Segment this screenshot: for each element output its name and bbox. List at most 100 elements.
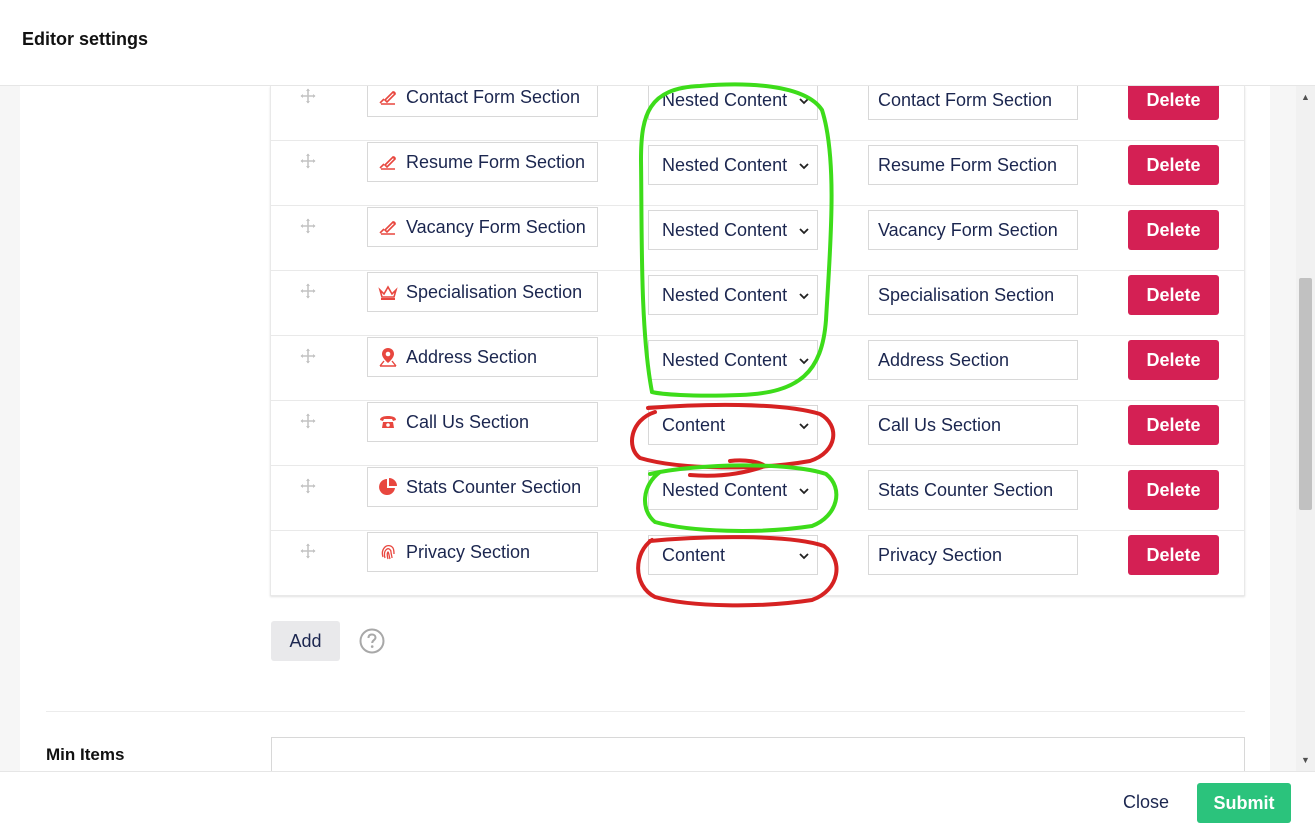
telephone-icon	[378, 412, 398, 432]
element-alias-field[interactable]: Call Us Section	[868, 405, 1078, 445]
list-item: Contact Form Section Nested Content Cont…	[271, 86, 1244, 141]
fingerprint-icon	[378, 542, 398, 562]
element-alias-text: Stats Counter Section	[878, 479, 1054, 500]
element-type-value: Nested Content	[662, 219, 788, 240]
element-type-select[interactable]: Content	[648, 405, 818, 445]
drag-handle-icon[interactable]	[300, 478, 316, 494]
element-alias-field[interactable]: Resume Form Section	[868, 145, 1078, 185]
element-name-field[interactable]: Contact Form Section	[367, 86, 598, 117]
element-type-select[interactable]: Content	[648, 535, 818, 575]
list-item: Privacy Section Content Privacy Section …	[271, 531, 1244, 596]
edit-signature-icon	[378, 217, 398, 237]
element-name-field[interactable]: Address Section	[367, 337, 598, 377]
list-item: Resume Form Section Nested Content Resum…	[271, 141, 1244, 206]
settings-panel: Contact Form Section Nested Content Cont…	[0, 86, 1296, 771]
drag-handle-icon[interactable]	[300, 88, 316, 104]
dialog-title: Editor settings	[22, 29, 149, 49]
help-icon[interactable]	[359, 628, 385, 654]
element-name-text: Address Section	[406, 346, 538, 367]
element-name-text: Contact Form Section	[406, 86, 581, 107]
delete-button[interactable]: Delete	[1128, 535, 1219, 575]
crown-icon	[378, 282, 398, 302]
element-alias-text: Resume Form Section	[878, 154, 1058, 175]
element-alias-field[interactable]: Stats Counter Section	[868, 470, 1078, 510]
element-type-value: Nested Content	[662, 154, 788, 175]
list-item: Stats Counter Section Nested Content Sta…	[271, 466, 1244, 531]
element-name-text: Privacy Section	[406, 541, 531, 562]
delete-button[interactable]: Delete	[1128, 405, 1219, 445]
element-alias-field[interactable]: Vacancy Form Section	[868, 210, 1078, 250]
element-alias-text: Call Us Section	[878, 414, 1002, 435]
min-items-label: Min Items	[46, 745, 125, 764]
element-alias-field[interactable]: Specialisation Section	[868, 275, 1078, 315]
edit-signature-icon	[378, 87, 398, 107]
delete-button[interactable]: Delete	[1128, 340, 1219, 380]
delete-button[interactable]: Delete	[1128, 275, 1219, 315]
drag-handle-icon[interactable]	[300, 153, 316, 169]
element-name-field[interactable]: Specialisation Section	[367, 272, 598, 312]
vertical-scrollbar[interactable]: ▲ ▼	[1296, 86, 1315, 771]
element-type-value: Content	[662, 544, 726, 565]
element-type-select[interactable]: Nested Content	[648, 145, 818, 185]
element-type-select[interactable]: Nested Content	[648, 86, 818, 120]
delete-button[interactable]: Delete	[1128, 210, 1219, 250]
list-item: Vacancy Form Section Nested Content Vaca…	[271, 206, 1244, 271]
delete-button[interactable]: Delete	[1128, 86, 1219, 120]
chevron-down-icon	[799, 358, 809, 365]
dialog-header: Editor settings	[0, 0, 1315, 86]
list-item: Call Us Section Content Call Us Section …	[271, 401, 1244, 466]
list-item: Address Section Nested Content Address S…	[271, 336, 1244, 401]
chevron-down-icon	[799, 163, 809, 170]
element-alias-field[interactable]: Contact Form Section	[868, 86, 1078, 120]
section-divider	[46, 711, 1245, 712]
map-pin-icon	[378, 347, 398, 367]
chevron-down-icon	[799, 98, 809, 105]
drag-handle-icon[interactable]	[300, 543, 316, 559]
element-name-field[interactable]: Vacancy Form Section	[367, 207, 598, 247]
element-type-value: Nested Content	[662, 284, 788, 305]
element-type-select[interactable]: Nested Content	[648, 275, 818, 315]
chevron-down-icon	[799, 553, 809, 560]
delete-button[interactable]: Delete	[1128, 470, 1219, 510]
add-button[interactable]: Add	[271, 621, 340, 661]
chevron-down-icon	[799, 293, 809, 300]
scrollbar-thumb[interactable]	[1299, 278, 1312, 510]
element-type-select[interactable]: Nested Content	[648, 210, 818, 250]
close-button[interactable]: Close	[1123, 792, 1169, 813]
list-item: Specialisation Section Nested Content Sp…	[271, 271, 1244, 336]
element-types-list: Contact Form Section Nested Content Cont…	[270, 86, 1245, 596]
dialog-footer: Close Submit	[0, 771, 1315, 826]
element-type-value: Nested Content	[662, 89, 788, 110]
element-type-value: Content	[662, 414, 726, 435]
drag-handle-icon[interactable]	[300, 348, 316, 364]
element-name-text: Specialisation Section	[406, 281, 583, 302]
element-alias-text: Privacy Section	[878, 544, 1003, 565]
element-alias-text: Vacancy Form Section	[878, 219, 1058, 240]
element-name-field[interactable]: Privacy Section	[367, 532, 598, 572]
element-name-field[interactable]: Stats Counter Section	[367, 467, 598, 507]
edit-signature-icon	[378, 152, 398, 172]
element-name-text: Vacancy Form Section	[406, 216, 586, 237]
drag-handle-icon[interactable]	[300, 283, 316, 299]
element-alias-text: Contact Form Section	[878, 89, 1053, 110]
element-name-field[interactable]: Call Us Section	[367, 402, 598, 442]
element-alias-field[interactable]: Address Section	[868, 340, 1078, 380]
delete-button[interactable]: Delete	[1128, 145, 1219, 185]
element-name-text: Resume Form Section	[406, 151, 586, 172]
scroll-up-arrow-icon[interactable]: ▲	[1296, 88, 1315, 106]
pie-chart-icon	[378, 477, 398, 497]
element-type-select[interactable]: Nested Content	[648, 470, 818, 510]
element-alias-field[interactable]: Privacy Section	[868, 535, 1078, 575]
element-alias-text: Specialisation Section	[878, 284, 1055, 305]
element-name-text: Call Us Section	[406, 411, 530, 432]
drag-handle-icon[interactable]	[300, 413, 316, 429]
element-type-select[interactable]: Nested Content	[648, 340, 818, 380]
chevron-down-icon	[799, 423, 809, 430]
min-items-input[interactable]	[271, 737, 1245, 771]
element-name-field[interactable]: Resume Form Section	[367, 142, 598, 182]
drag-handle-icon[interactable]	[300, 218, 316, 234]
chevron-down-icon	[799, 228, 809, 235]
scroll-down-arrow-icon[interactable]: ▼	[1296, 751, 1315, 769]
element-name-text: Stats Counter Section	[406, 476, 582, 497]
submit-button[interactable]: Submit	[1197, 783, 1291, 823]
